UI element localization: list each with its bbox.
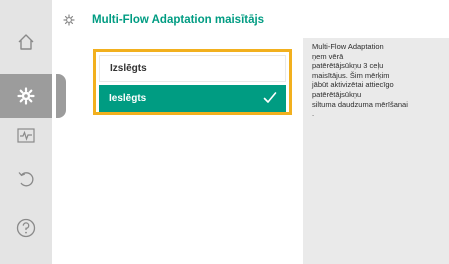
back-button[interactable] [0, 154, 52, 204]
option-list: Izslēgts Ieslēgts [93, 49, 292, 115]
navigation-rail [0, 0, 52, 264]
option-off[interactable]: Izslēgts [99, 55, 286, 82]
home-button[interactable] [0, 20, 52, 64]
help-text: Multi-Flow Adaptation ņem vērā patērētāj… [312, 42, 408, 119]
diagnostics-button[interactable] [0, 118, 52, 154]
option-on[interactable]: Ieslēgts [99, 85, 286, 112]
help-icon [16, 218, 36, 238]
checkmark-icon [263, 92, 277, 103]
settings-button[interactable] [0, 74, 52, 118]
help-panel: Multi-Flow Adaptation ņem vērā patērētāj… [303, 38, 449, 264]
home-icon [18, 34, 34, 50]
active-tab-indicator [56, 74, 66, 118]
diagnostics-icon [17, 128, 35, 143]
settings-context-icon [63, 14, 75, 26]
back-icon [18, 172, 34, 187]
rail-divider [52, 0, 64, 264]
page-title: Multi-Flow Adaptation maisītājs [92, 14, 265, 26]
option-on-label: Ieslēgts [109, 93, 147, 104]
help-button[interactable] [0, 206, 52, 250]
gear-icon [17, 87, 35, 105]
option-off-label: Izslēgts [110, 63, 147, 74]
